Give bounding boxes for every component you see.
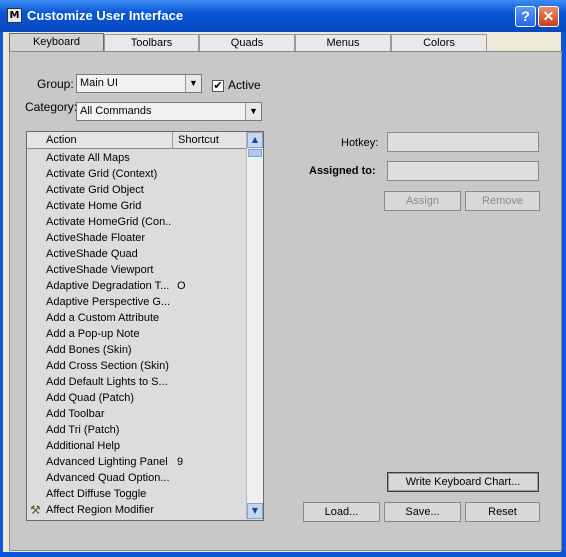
- action-name: Advanced Lighting Panel: [46, 456, 168, 468]
- list-item[interactable]: Activate Home Grid: [27, 198, 247, 214]
- column-header-shortcut[interactable]: Shortcut: [173, 132, 247, 148]
- group-value: Main UI: [80, 77, 118, 89]
- action-name: ActiveShade Floater: [46, 232, 146, 244]
- action-shortcut: O: [177, 280, 186, 292]
- hotkey-field[interactable]: [387, 132, 539, 152]
- chevron-down-icon[interactable]: ▼: [185, 75, 201, 92]
- scroll-thumb[interactable]: [248, 149, 262, 157]
- assign-button[interactable]: Assign: [384, 191, 461, 211]
- list-item[interactable]: Advanced Lighting Panel 9: [27, 454, 247, 470]
- window-title: Customize User Interface: [27, 8, 184, 23]
- action-name: Add Tri (Patch): [46, 424, 120, 436]
- action-name: Activate Grid (Context): [46, 168, 158, 180]
- write-keyboard-chart-button[interactable]: Write Keyboard Chart...: [387, 472, 539, 492]
- action-name: Adaptive Degradation T...: [46, 280, 170, 292]
- action-name: Activate All Maps: [46, 152, 130, 164]
- list-item[interactable]: ⚒ Affect Region Modifier: [27, 502, 247, 518]
- category-value: All Commands: [80, 105, 152, 117]
- list-item[interactable]: Activate HomeGrid (Con...: [27, 214, 247, 230]
- hotkey-label: Hotkey:: [341, 137, 379, 149]
- load-button[interactable]: Load...: [303, 502, 380, 522]
- list-header: Action Shortcut: [27, 132, 247, 149]
- remove-button[interactable]: Remove: [465, 191, 540, 211]
- list-item[interactable]: ActiveShade Viewport: [27, 262, 247, 278]
- action-name: Activate HomeGrid (Con...: [46, 216, 171, 228]
- action-name: Activate Grid Object: [46, 184, 144, 196]
- action-list[interactable]: Action Shortcut Activate All Maps Activat…: [26, 131, 264, 521]
- list-item[interactable]: Add a Pop-up Note: [27, 326, 247, 342]
- app-icon: M: [7, 8, 22, 23]
- group-dropdown[interactable]: Main UI ▼: [76, 74, 202, 93]
- assigned-to-label: Assigned to:: [309, 165, 376, 177]
- list-item[interactable]: Add Bones (Skin): [27, 342, 247, 358]
- dialog-window: M Customize User Interface ? ✕ Keyboard …: [0, 0, 566, 557]
- list-item[interactable]: ActiveShade Floater: [27, 230, 247, 246]
- group-label: Group:: [37, 77, 74, 91]
- scroll-down-button[interactable]: ▼: [247, 503, 263, 519]
- save-button[interactable]: Save...: [384, 502, 461, 522]
- list-item[interactable]: Advanced Quad Option...: [27, 470, 247, 486]
- list-item[interactable]: Add Tri (Patch): [27, 422, 247, 438]
- action-name: Add Quad (Patch): [46, 392, 135, 404]
- title-bar[interactable]: M Customize User Interface ? ✕: [0, 0, 566, 32]
- action-name: Adaptive Perspective G...: [46, 296, 171, 308]
- list-item[interactable]: Adaptive Perspective G...: [27, 294, 247, 310]
- list-item[interactable]: Activate Grid Object: [27, 182, 247, 198]
- action-name: Add Default Lights to S...: [46, 376, 168, 388]
- action-name: Affect Diffuse Toggle: [46, 488, 147, 500]
- scroll-up-button[interactable]: ▲: [247, 132, 263, 148]
- action-name: Add a Pop-up Note: [46, 328, 140, 340]
- help-button[interactable]: ?: [515, 6, 536, 27]
- window-bottom-border: [0, 552, 566, 557]
- action-name: Add Cross Section (Skin): [46, 360, 169, 372]
- list-item[interactable]: Add Toolbar: [27, 406, 247, 422]
- assigned-to-field: [387, 161, 539, 181]
- category-label: Category:: [25, 100, 78, 114]
- action-name: Advanced Quad Option...: [46, 472, 170, 484]
- active-label: Active: [228, 78, 261, 92]
- action-shortcut: 9: [177, 456, 184, 468]
- list-item[interactable]: Add Default Lights to S...: [27, 374, 247, 390]
- list-item[interactable]: Add Quad (Patch): [27, 390, 247, 406]
- reset-button[interactable]: Reset: [465, 502, 540, 522]
- list-item[interactable]: Additional Help: [27, 438, 247, 454]
- list-item[interactable]: Activate Grid (Context): [27, 166, 247, 182]
- action-name: Additional Help: [46, 440, 120, 452]
- active-checkbox[interactable]: ✔: [212, 80, 224, 92]
- list-item[interactable]: Adaptive Degradation T... O: [27, 278, 247, 294]
- list-scrollbar[interactable]: ▲ ▼: [246, 132, 263, 519]
- action-name: Affect Region Modifier: [46, 504, 155, 516]
- action-name: Add Toolbar: [46, 408, 105, 420]
- column-header-action[interactable]: Action: [27, 132, 173, 148]
- list-item[interactable]: Add Cross Section (Skin): [27, 358, 247, 374]
- dialog-client-area: Keyboard Toolbars Quads Menus Colors Gro…: [3, 32, 562, 552]
- category-dropdown[interactable]: All Commands ▼: [76, 102, 262, 121]
- keyboard-panel: Group: Main UI ▼ ✔ Active Category: All …: [9, 51, 562, 551]
- list-item[interactable]: Add a Custom Attribute: [27, 310, 247, 326]
- action-name: Add Bones (Skin): [46, 344, 132, 356]
- action-name: Add a Custom Attribute: [46, 312, 160, 324]
- action-name: Activate Home Grid: [46, 200, 142, 212]
- list-rows: Activate All Maps Activate Grid (Context)…: [27, 150, 247, 518]
- action-name: ActiveShade Viewport: [46, 264, 154, 276]
- chevron-down-icon[interactable]: ▼: [245, 103, 261, 120]
- list-item[interactable]: Affect Diffuse Toggle: [27, 486, 247, 502]
- action-name: ActiveShade Quad: [46, 248, 138, 260]
- list-item[interactable]: ActiveShade Quad: [27, 246, 247, 262]
- close-button[interactable]: ✕: [538, 6, 559, 27]
- modifier-icon: ⚒: [30, 503, 41, 517]
- list-item[interactable]: Activate All Maps: [27, 150, 247, 166]
